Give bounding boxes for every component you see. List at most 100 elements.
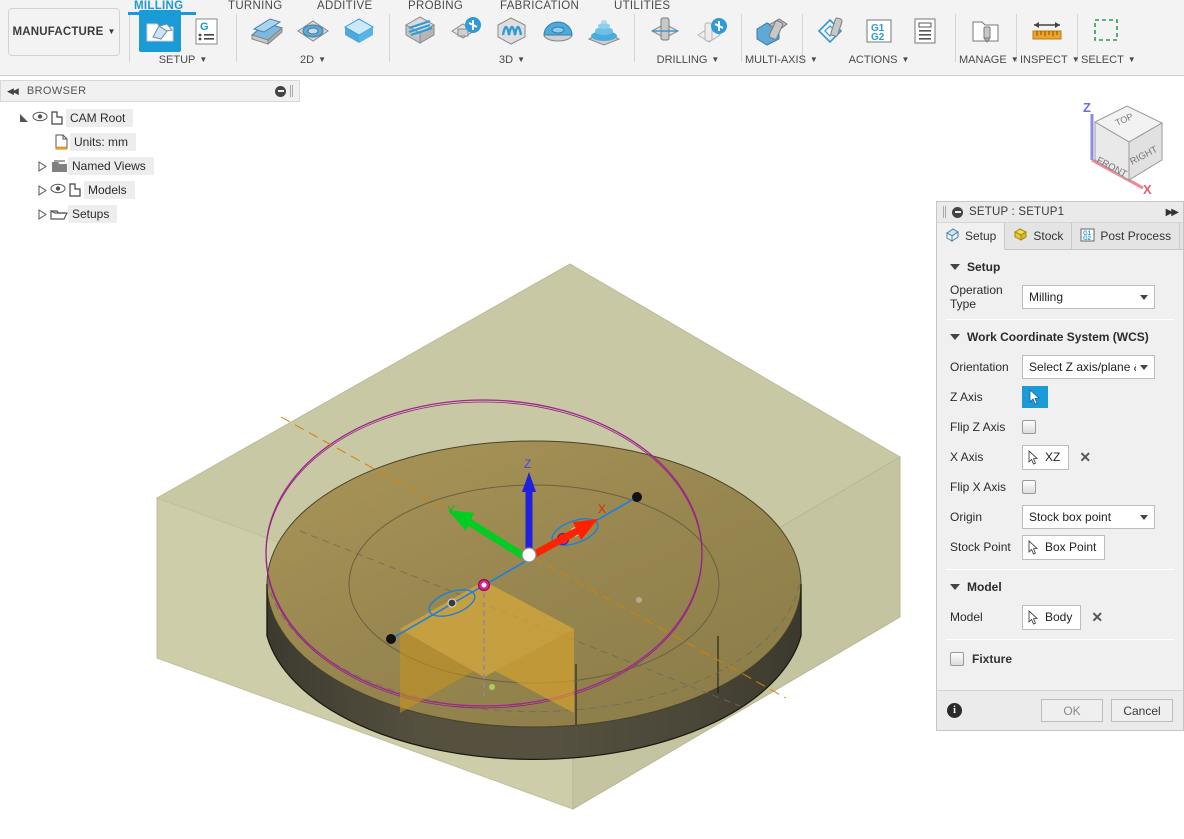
setup-dialog-footer: i OK Cancel — [937, 690, 1183, 730]
model-select-button[interactable]: Body — [1022, 604, 1082, 630]
operation-type-dropdown[interactable]: Milling — [1022, 285, 1155, 309]
ribbon-group-label-inspect[interactable]: INSPECT ▼ — [1020, 54, 1080, 66]
select-window-icon[interactable] — [1087, 10, 1129, 52]
setup-folder-icon[interactable] — [139, 10, 181, 52]
tree-label-named-views: Named Views — [68, 157, 154, 175]
stock-point-select-button[interactable]: Box Point — [1022, 534, 1106, 560]
section-header-model[interactable]: Model — [937, 570, 1183, 602]
minus-circle-icon[interactable] — [952, 206, 963, 218]
field-stock-point: Stock Point Box Point — [937, 532, 1183, 562]
ribbon-separator — [389, 14, 390, 62]
x-axis-select-button[interactable]: XZ — [1022, 444, 1070, 470]
pocket-2d-icon[interactable] — [338, 10, 380, 52]
tab-stock[interactable]: Stock — [1005, 223, 1073, 249]
parallel-3d-icon[interactable] — [491, 10, 533, 52]
ribbon-toolbar[interactable]: MANUFACTURE ▼ MILLING TURNING ADDITIVE P… — [0, 0, 1184, 76]
chevron-down-icon: ▼ — [107, 26, 116, 36]
info-icon[interactable]: i — [947, 703, 962, 718]
panel-grip[interactable] — [290, 85, 293, 97]
cursor-select-icon — [1028, 449, 1039, 465]
tab-setup[interactable]: Setup — [937, 223, 1006, 250]
ribbon-group-label-manage[interactable]: MANAGE ▼ — [959, 54, 1019, 66]
view-cube[interactable]: Z X TOP FRONT RIGHT — [1065, 92, 1175, 200]
stock-cube-icon — [1013, 227, 1028, 245]
tree-item-setups[interactable]: Setups — [0, 204, 300, 224]
ribbon-group-label-setup[interactable]: SETUP ▼ — [133, 54, 233, 66]
label-orientation: Orientation — [950, 360, 1009, 374]
post-process-g1g2-icon[interactable]: G1 G2 — [858, 10, 900, 52]
cancel-button[interactable]: Cancel — [1111, 699, 1173, 722]
origin-value: Stock box point — [1029, 510, 1112, 524]
section-header-wcs[interactable]: Work Coordinate System (WCS) — [937, 320, 1183, 352]
minus-circle-icon[interactable] — [275, 85, 286, 97]
flip-z-axis-checkbox[interactable] — [1022, 420, 1036, 434]
expander-expanded-icon[interactable] — [16, 113, 32, 124]
ribbon-group-label-select[interactable]: SELECT ▼ — [1081, 54, 1136, 66]
browser-panel[interactable]: ◀◀ BROWSER CAM Root Units: mm Named View… — [0, 80, 300, 228]
tree-item-models[interactable]: Models — [0, 180, 300, 200]
face-icon[interactable] — [246, 10, 288, 52]
setup-dialog-titlebar[interactable]: SETUP : SETUP1 ▶▶ — [937, 202, 1183, 223]
tree-item-cam-root[interactable]: CAM Root — [0, 108, 300, 128]
bore-icon[interactable] — [690, 10, 732, 52]
x-clear-icon[interactable]: ✕ — [1079, 449, 1091, 466]
z-axis-select-button[interactable] — [1022, 386, 1048, 408]
triad-label-y: Y — [447, 503, 455, 517]
workspace-switcher[interactable]: MANUFACTURE ▼ — [8, 8, 120, 56]
field-x-axis: X Axis XZ ✕ — [937, 442, 1183, 472]
ribbon-group-label-drilling[interactable]: DRILLING ▼ — [638, 54, 738, 66]
chevron-down-icon — [950, 584, 960, 590]
chevron-double-right-icon[interactable]: ▶▶ — [1166, 207, 1179, 218]
tool-library-icon[interactable] — [965, 10, 1007, 52]
x-axis-value: XZ — [1045, 450, 1061, 464]
svg-text:G2: G2 — [1083, 236, 1092, 242]
section-header-setup[interactable]: Setup — [937, 250, 1183, 282]
ribbon-group-label-multiaxis[interactable]: MULTI-AXIS ▼ — [745, 54, 818, 66]
setup-dialog-tabs[interactable]: Setup Stock G1 G2 Post Process — [937, 223, 1183, 250]
expander-collapsed-icon[interactable] — [34, 208, 50, 220]
group-drilling-text: DRILLING — [656, 54, 708, 66]
field-z-axis: Z Axis — [937, 382, 1183, 412]
spiral-3d-icon[interactable] — [583, 10, 625, 52]
model-point — [636, 597, 642, 603]
tab-post-process[interactable]: G1 G2 Post Process — [1072, 223, 1181, 249]
svg-text:G: G — [200, 21, 209, 33]
body-icon — [66, 183, 84, 197]
setup-dialog[interactable]: SETUP : SETUP1 ▶▶ Setup Stock G1 G2 Post … — [936, 201, 1184, 731]
visibility-eye-icon[interactable] — [32, 111, 48, 125]
pocket-clearing-icon[interactable] — [445, 10, 487, 52]
ribbon-group-label-actions[interactable]: ACTIONS ▼ — [806, 54, 952, 66]
tree-item-named-views[interactable]: Named Views — [0, 156, 300, 176]
tree-item-units[interactable]: Units: mm — [0, 132, 300, 152]
adaptive-2d-icon[interactable] — [292, 10, 334, 52]
drill-icon[interactable] — [644, 10, 686, 52]
section-header-fixture[interactable]: Fixture — [937, 640, 1183, 666]
expander-collapsed-icon[interactable] — [34, 160, 50, 172]
setup-sheet-icon[interactable] — [904, 10, 946, 52]
expander-collapsed-icon[interactable] — [34, 184, 50, 196]
group-setup-text: SETUP — [158, 54, 196, 66]
ribbon-group-label-2d[interactable]: 2D ▼ — [240, 54, 386, 66]
visibility-eye-icon[interactable] — [50, 183, 66, 197]
dialog-grip[interactable] — [943, 206, 946, 218]
simulate-icon[interactable] — [812, 10, 854, 52]
origin-dropdown[interactable]: Stock box point — [1022, 505, 1155, 529]
ribbon-separator — [955, 14, 956, 62]
ribbon-group-multiaxis: MULTI-AXIS ▼ — [745, 0, 818, 68]
flip-x-axis-checkbox[interactable] — [1022, 480, 1036, 494]
browser-tree[interactable]: CAM Root Units: mm Named Views Models Se… — [0, 102, 300, 224]
orientation-dropdown[interactable]: Select Z axis/plane & ... — [1022, 355, 1155, 379]
ribbon-group-label-3d[interactable]: 3D ▼ — [393, 54, 631, 66]
fixture-checkbox[interactable] — [950, 652, 964, 666]
multi-axis-icon[interactable] — [751, 10, 793, 52]
field-flip-z-axis: Flip Z Axis — [937, 412, 1183, 442]
browser-header[interactable]: ◀◀ BROWSER — [0, 80, 300, 102]
adaptive-3d-icon[interactable] — [399, 10, 441, 52]
x-clear-icon[interactable]: ✕ — [1091, 609, 1103, 626]
scallop-icon[interactable] — [537, 10, 579, 52]
label-stock-point: Stock Point — [950, 540, 1011, 554]
ok-button[interactable]: OK — [1041, 699, 1103, 722]
g-code-list-icon[interactable]: G — [185, 10, 227, 52]
measure-icon[interactable] — [1026, 10, 1068, 52]
collapse-left-icon[interactable]: ◀◀ — [7, 86, 19, 97]
